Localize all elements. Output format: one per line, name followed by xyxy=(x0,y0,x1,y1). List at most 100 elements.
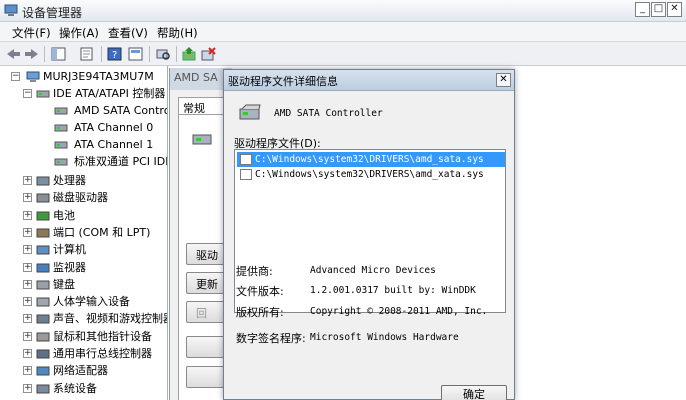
tree-item-category[interactable]: + 处理器 xyxy=(20,172,167,189)
tree-item-ata-channel-1[interactable]: ATA Channel 1 xyxy=(38,136,167,153)
tree-item-category[interactable]: + 磁盘驱动器 xyxy=(20,189,167,206)
expand-icon[interactable]: + xyxy=(23,349,32,358)
list-item[interactable]: C:\Windows\system32\DRIVERS\amd_xata.sys xyxy=(237,167,505,182)
expand-icon[interactable]: + xyxy=(23,366,32,376)
tree-item-category[interactable]: + 人体学输入设备 xyxy=(20,293,167,310)
disable-button[interactable] xyxy=(186,336,226,358)
tree-item-category[interactable]: + 声音、视频和游戏控制器 xyxy=(20,310,167,327)
back-icon[interactable] xyxy=(5,46,22,62)
properties-view-icon[interactable] xyxy=(78,46,95,62)
signer-value: Microsoft Windows Hardware xyxy=(310,332,459,343)
menu-bar: 文件(F) 操作(A) 查看(V) 帮助(H) xyxy=(0,22,686,42)
tree-item-label: ATA Channel 0 xyxy=(74,121,154,134)
driver-details-button[interactable]: 驱动 xyxy=(186,243,226,265)
device-category-icon xyxy=(36,176,50,186)
tree-item-label: 处理器 xyxy=(53,174,86,187)
device-category-icon xyxy=(36,245,50,255)
window-title: 设备管理器 xyxy=(22,6,83,20)
menu-file[interactable]: 文件(F) xyxy=(12,25,51,41)
menu-action[interactable]: 操作(A) xyxy=(59,25,99,41)
expand-icon[interactable]: + xyxy=(23,383,32,393)
show-hide-tree-icon[interactable] xyxy=(50,46,67,62)
update-driver-button[interactable]: 更新 xyxy=(186,272,226,294)
tree-item-category[interactable]: + 网络适配器 xyxy=(20,362,167,379)
dialog-close-button[interactable]: ✕ xyxy=(496,73,511,87)
menu-help[interactable]: 帮助(H) xyxy=(157,25,198,41)
tree-item-label: 磁盘驱动器 xyxy=(53,191,108,205)
device-category-icon xyxy=(36,193,50,203)
uninstall-icon[interactable] xyxy=(200,46,217,62)
detail-view-icon[interactable] xyxy=(127,46,144,62)
expand-icon[interactable]: + xyxy=(23,210,32,220)
device-category-icon xyxy=(36,228,50,238)
expand-icon[interactable]: + xyxy=(23,245,32,255)
expand-icon[interactable]: + xyxy=(23,297,32,307)
tree-item-category[interactable]: + 通用串行总线控制器 xyxy=(20,345,167,362)
device-name: AMD SATA Controller xyxy=(274,108,383,119)
tab-general[interactable]: 常规 xyxy=(178,97,228,115)
device-category-icon xyxy=(36,366,50,376)
uninstall-button[interactable] xyxy=(186,366,226,388)
expand-icon[interactable]: + xyxy=(23,331,32,341)
maximize-button[interactable]: □ xyxy=(651,2,666,17)
tree-item-label: ATA Channel 1 xyxy=(74,138,154,151)
tree-item-category[interactable]: + 键盘 xyxy=(20,276,167,293)
svg-text:?: ? xyxy=(112,50,117,61)
tree-item-label: 系统设备 xyxy=(53,381,97,395)
roll-back-button[interactable]: 回 xyxy=(186,301,226,323)
expand-icon[interactable]: + xyxy=(23,193,32,203)
tree-item-category[interactable]: + 监视器 xyxy=(20,259,167,276)
expand-icon[interactable]: + xyxy=(23,314,32,324)
tree-item-category[interactable]: + 系统设备 xyxy=(20,380,167,397)
tree-item-label: AMD SATA Contro xyxy=(74,104,168,117)
tree-root[interactable]: − MURJ3E94TA3MU7M xyxy=(8,68,167,85)
controller-chip-icon xyxy=(54,107,68,115)
tree-item-category[interactable]: + 计算机 xyxy=(20,241,167,258)
provider-label: 提供商: xyxy=(236,265,273,278)
menu-view[interactable]: 查看(V) xyxy=(108,25,148,41)
tree-item-ide-controllers[interactable]: − IDE ATA/ATAPI 控制器 xyxy=(20,85,167,102)
device-category-icon xyxy=(36,297,50,307)
version-label: 文件版本: xyxy=(236,285,284,298)
update-driver-icon[interactable] xyxy=(181,46,198,62)
tree-item-label: 电池 xyxy=(53,208,75,222)
ok-button[interactable]: 确定 xyxy=(441,385,507,400)
controller-chip-icon xyxy=(54,124,68,132)
tree-item-label: 标准双通道 PCI IDE xyxy=(74,155,168,168)
file-icon xyxy=(240,169,252,180)
controller-chip-icon xyxy=(54,158,68,166)
copyright-value: Copyright © 2008-2011 AMD, Inc. xyxy=(310,306,488,317)
list-item[interactable]: C:\Windows\system32\DRIVERS\amd_sata.sys xyxy=(237,152,505,167)
file-path: C:\Windows\system32\DRIVERS\amd_sata.sys xyxy=(255,154,484,165)
provider-value: Advanced Micro Devices xyxy=(310,265,436,276)
help-icon[interactable]: ? xyxy=(106,46,123,62)
scan-hardware-icon[interactable] xyxy=(155,46,172,62)
signer-label: 数字签名程序: xyxy=(236,332,306,345)
tree-item-label: 监视器 xyxy=(53,260,86,274)
copyright-label: 版权所有: xyxy=(236,306,284,319)
device-tree: − MURJ3E94TA3MU7M − IDE ATA/ATAPI 控制器 AM… xyxy=(0,66,168,400)
tree-item-amd-sata[interactable]: AMD SATA Contro xyxy=(38,102,168,119)
device-category-icon xyxy=(36,332,50,342)
expand-icon[interactable]: + xyxy=(23,262,32,272)
minimize-button[interactable]: _ xyxy=(635,2,650,17)
tree-item-category[interactable]: + 鼠标和其他指针设备 xyxy=(20,328,167,345)
tree-item-category[interactable]: + 电池 xyxy=(20,207,167,224)
tree-item-ata-channel-0[interactable]: ATA Channel 0 xyxy=(38,119,167,136)
tree-item-pci-ide[interactable]: 标准双通道 PCI IDE xyxy=(38,153,168,170)
device-category-icon xyxy=(36,384,50,394)
tree-item-label: 端口 (COM 和 LPT) xyxy=(53,225,151,239)
computer-icon xyxy=(26,71,40,82)
expand-icon[interactable]: + xyxy=(23,279,32,289)
expand-icon[interactable]: + xyxy=(23,176,32,185)
close-button[interactable]: ✕ xyxy=(667,2,682,17)
forward-icon[interactable] xyxy=(23,46,40,62)
tree-item-label: 鼠标和其他指针设备 xyxy=(53,329,152,343)
expand-icon[interactable]: + xyxy=(23,227,32,237)
tree-item-label: 键盘 xyxy=(53,277,75,291)
tree-item-category[interactable]: + 端口 (COM 和 LPT) xyxy=(20,224,167,241)
tree-item-label: 人体学输入设备 xyxy=(53,295,130,309)
file-path: C:\Windows\system32\DRIVERS\amd_xata.sys xyxy=(255,169,484,180)
tree-item-label: 计算机 xyxy=(53,243,86,257)
device-category-icon xyxy=(36,314,50,324)
